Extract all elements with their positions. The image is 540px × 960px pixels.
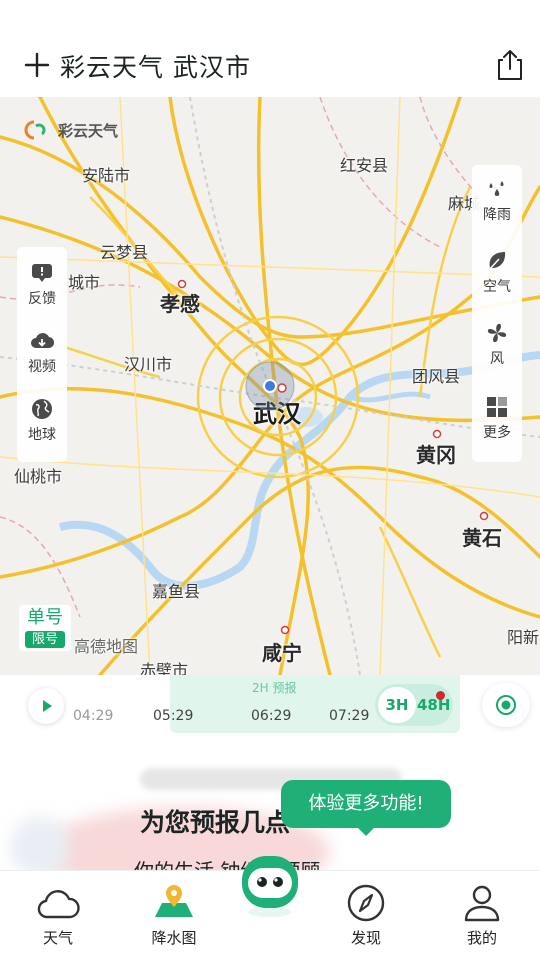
video-download-icon [31, 333, 54, 349]
feedback-button[interactable]: 反馈 [17, 261, 67, 308]
place-label: 咸宁 [262, 641, 302, 665]
plus-icon[interactable] [24, 52, 50, 78]
caiyun-logo: 彩云天气 [20, 119, 130, 141]
place-label: 汉川市 [124, 355, 173, 374]
place-label: 黄石 [462, 526, 502, 550]
promo-blur-decoration [10, 817, 70, 870]
globe-button[interactable]: 地球 [17, 397, 67, 444]
place-label: 仙桃市 [14, 467, 63, 486]
logo-text: 彩云天气 [58, 122, 119, 140]
leaf-icon [488, 252, 506, 271]
map-pin-icon [155, 885, 193, 917]
place-label: 城市 [68, 273, 101, 292]
right-layer-panel: 降雨 空气 风 更多 [472, 165, 522, 462]
place-label: 红安县 [340, 156, 389, 175]
video-button[interactable]: 视频 [17, 329, 67, 376]
target-icon [496, 695, 516, 715]
feature-tooltip[interactable]: 体验更多功能! [281, 780, 451, 836]
range-option-3h[interactable]: 3H [378, 687, 416, 723]
layer-rain-button[interactable]: 降雨 [472, 177, 522, 224]
assistant-robot-icon[interactable] [238, 852, 302, 918]
caiyun-logo-icon [24, 120, 46, 140]
play-button[interactable] [28, 688, 64, 724]
place-label: 安陆市 [82, 166, 131, 185]
time-tick: 05:29 [153, 708, 194, 724]
place-label: 孝感 [160, 292, 200, 316]
location-marker-icon [245, 361, 295, 411]
user-icon [464, 885, 500, 922]
forecast-label: 2H 预报 [252, 681, 297, 695]
wind-fan-icon [487, 323, 507, 343]
share-icon[interactable] [494, 48, 526, 82]
map-watermark: 高德地图 [74, 637, 139, 656]
range-toggle[interactable]: 3H 48H [375, 684, 453, 726]
promo-section: 为您预报几点 你的生活 钟级的预顾 [0, 737, 540, 870]
page-title: 彩云天气 武汉市 [60, 53, 251, 82]
new-badge-dot [436, 691, 445, 700]
rain-drops-icon [489, 181, 504, 196]
nav-item-weather[interactable]: 天气 [18, 881, 98, 948]
grid-more-icon [487, 397, 507, 417]
feedback-icon [32, 264, 52, 282]
nav-item-profile[interactable]: 我的 [442, 881, 522, 948]
place-label: 赤壁市 [140, 661, 189, 675]
place-label: 阳新 [507, 628, 540, 647]
nav-item-discover[interactable]: 发现 [326, 881, 406, 948]
left-tool-panel: 反馈 视频 地球 [17, 247, 67, 462]
time-tick: 04:29 [73, 708, 114, 724]
layer-wind-button[interactable]: 风 [472, 321, 522, 368]
nav-item-precip-map[interactable]: 降水图 [134, 881, 214, 948]
place-label: 嘉鱼县 [152, 582, 201, 601]
promo-headline: 为您预报几点 [140, 808, 291, 837]
place-label: 团风县 [412, 367, 461, 386]
layer-more-button[interactable]: 更多 [472, 395, 522, 442]
forecast-timeline[interactable]: 2H 预报 04:29 05:29 06:29 07:29 3H 48H [0, 675, 540, 737]
precipitation-map[interactable]: 彩云天气 安陆市 红安县 麻城 云梦县 城市 孝感 汉川市 团风县 武汉 黄冈 … [0, 97, 540, 675]
globe-icon [32, 399, 52, 419]
time-tick: 06:29 [251, 708, 292, 724]
locate-button[interactable] [482, 683, 530, 727]
place-label: 云梦县 [100, 243, 149, 262]
app-header: 彩云天气 武汉市 [0, 0, 540, 97]
play-icon [43, 700, 52, 712]
compass-icon [347, 884, 385, 922]
cloud-icon [37, 890, 80, 919]
time-tick: 07:29 [329, 708, 370, 724]
traffic-limit-badge[interactable]: 单号 限号 [19, 605, 71, 651]
place-label: 黄冈 [416, 443, 456, 467]
range-option-48h[interactable]: 48H [417, 684, 450, 726]
layer-air-button[interactable]: 空气 [472, 249, 522, 296]
